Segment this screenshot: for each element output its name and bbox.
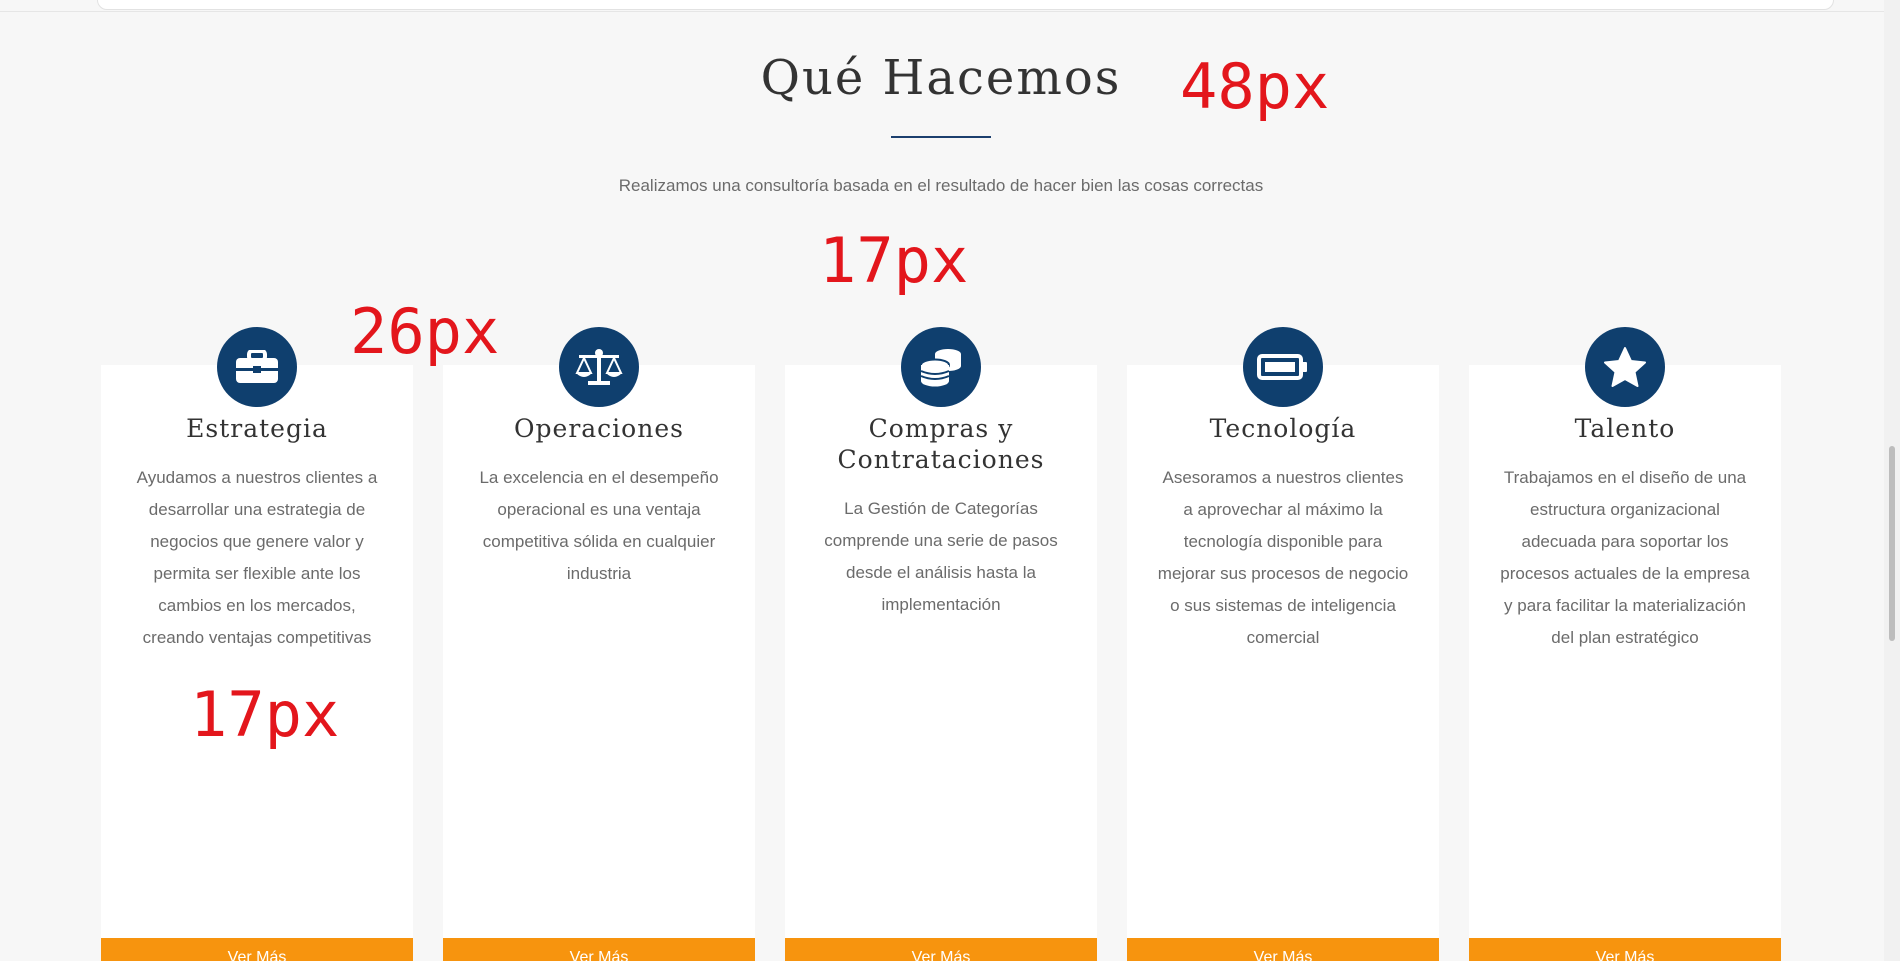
card-title: Tecnología bbox=[1209, 414, 1357, 443]
card-title: Operaciones bbox=[514, 414, 684, 443]
card-text: La excelencia en el desempeño operaciona… bbox=[479, 468, 719, 583]
card-text: Asesoramos a nuestros clientes a aprovec… bbox=[1157, 468, 1409, 647]
card-title: Compras y Contrataciones bbox=[837, 414, 1045, 474]
title-underline bbox=[891, 136, 991, 138]
section-subtitle: Realizamos una consultoría basada en el … bbox=[618, 176, 1264, 195]
card-text: Ayudamos a nuestros clientes a desarroll… bbox=[136, 468, 378, 647]
card-title: Estrategia bbox=[186, 414, 328, 443]
scrollbar[interactable] bbox=[1884, 0, 1900, 961]
card-operaciones: Operaciones La excelencia en el desempeñ… bbox=[443, 327, 755, 961]
card-text: La Gestión de Categorías comprende una s… bbox=[824, 499, 1058, 614]
card-text: Trabajamos en el diseño de una estructur… bbox=[1500, 468, 1750, 647]
annotation-title-size: 48px bbox=[1180, 50, 1330, 123]
services-cards: Estrategia Ayudamos a nuestros clientes … bbox=[101, 327, 1782, 961]
section-title: Qué Hacemos bbox=[760, 50, 1122, 106]
top-bar bbox=[97, 0, 1834, 10]
annotation-card-text-size: 17px bbox=[190, 678, 340, 751]
ver-mas-button[interactable]: Ver Más bbox=[1127, 938, 1439, 961]
annotation-subtitle-size: 17px bbox=[819, 224, 969, 297]
star-icon bbox=[1585, 327, 1665, 407]
balance-scale-icon bbox=[559, 327, 639, 407]
card-title: Talento bbox=[1574, 414, 1676, 443]
card-estrategia: Estrategia Ayudamos a nuestros clientes … bbox=[101, 327, 413, 961]
card-compras: Compras y Contrataciones La Gestión de C… bbox=[785, 327, 1097, 961]
battery-icon bbox=[1243, 327, 1323, 407]
coins-icon bbox=[901, 327, 981, 407]
card-talento: Talento Trabajamos en el diseño de una e… bbox=[1469, 327, 1781, 961]
card-tecnologia: Tecnología Asesoramos a nuestros cliente… bbox=[1127, 327, 1439, 961]
ver-mas-button[interactable]: Ver Más bbox=[443, 938, 755, 961]
ver-mas-button[interactable]: Ver Más bbox=[1469, 938, 1781, 961]
scrollbar-thumb[interactable] bbox=[1889, 446, 1895, 641]
ver-mas-button[interactable]: Ver Más bbox=[101, 938, 413, 961]
page: Qué Hacemos Realizamos una consultoría b… bbox=[0, 0, 1900, 961]
briefcase-icon bbox=[217, 327, 297, 407]
ver-mas-button[interactable]: Ver Más bbox=[785, 938, 1097, 961]
header-divider bbox=[0, 11, 1900, 12]
